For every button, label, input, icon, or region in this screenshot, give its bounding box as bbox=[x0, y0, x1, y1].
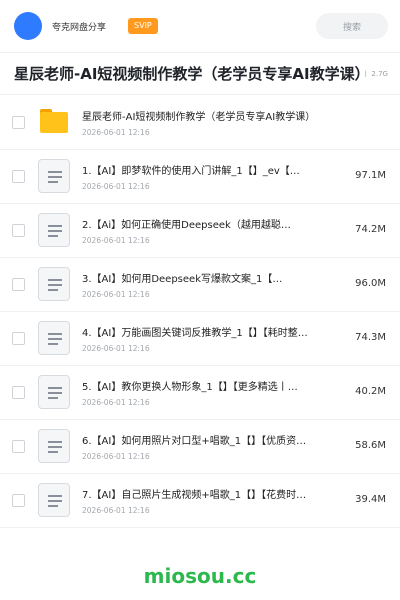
file-name: 5.【AI】教你更换人物形象_1【】【更多精选丨… bbox=[82, 382, 298, 393]
folder-meta: 丨 2.7G bbox=[362, 69, 388, 78]
file-size: 74.3M bbox=[355, 332, 386, 343]
file-name: 6.【AI】如何用照片对口型+唱歌_1【】【优质资… bbox=[82, 436, 307, 447]
file-size: 97.1M bbox=[355, 170, 386, 181]
file-name: 1.【AI】即梦软件的使用入门讲解_1【】_ev【… bbox=[82, 166, 300, 177]
file-date: 2026-06-01 12:16 bbox=[82, 398, 150, 407]
avatar[interactable] bbox=[14, 12, 42, 40]
list-item[interactable]: 2.【Ai】如何正确使用Deepseek（越用越聪… 2026-06-01 12… bbox=[0, 204, 400, 258]
checkbox[interactable] bbox=[12, 332, 25, 345]
document-icon bbox=[38, 159, 70, 193]
list-item[interactable]: 4.【AI】万能画图关键词反推教学_1【】【耗时整… 2026-06-01 12… bbox=[0, 312, 400, 366]
file-size: 74.2M bbox=[355, 224, 386, 235]
file-name: 星辰老师-AI短视频制作教学（老学员专享AI教学课） bbox=[82, 112, 316, 123]
checkbox[interactable] bbox=[12, 170, 25, 183]
file-date: 2026-06-01 12:16 bbox=[82, 182, 150, 191]
title-bar: 星辰老师-AI短视频制作教学（老学员专享AI教学课） 丨 2.7G bbox=[0, 53, 400, 95]
checkbox[interactable] bbox=[12, 278, 25, 291]
document-icon bbox=[38, 375, 70, 409]
list-item[interactable]: 7.【AI】自己照片生成视频+唱歌_1【】【花费时… 2026-06-01 12… bbox=[0, 474, 400, 528]
file-name: 7.【AI】自己照片生成视频+唱歌_1【】【花费时… bbox=[82, 490, 307, 501]
file-date: 2026-06-01 12:16 bbox=[82, 344, 150, 353]
watermark: miosou.cc bbox=[143, 564, 257, 588]
share-name: 夸克网盘分享 bbox=[52, 22, 107, 33]
folder-icon bbox=[38, 105, 70, 139]
checkbox[interactable] bbox=[12, 116, 25, 129]
document-icon bbox=[38, 213, 70, 247]
list-item[interactable]: 3.【AI】如何用Deepseek写爆款文案_1【… 2026-06-01 12… bbox=[0, 258, 400, 312]
list-item[interactable]: 6.【AI】如何用照片对口型+唱歌_1【】【优质资… 2026-06-01 12… bbox=[0, 420, 400, 474]
search-input[interactable]: 搜索 bbox=[316, 13, 388, 39]
document-icon bbox=[38, 483, 70, 517]
file-size: 40.2M bbox=[355, 386, 386, 397]
file-name: 4.【AI】万能画图关键词反推教学_1【】【耗时整… bbox=[82, 328, 308, 339]
checkbox[interactable] bbox=[12, 494, 25, 507]
svip-badge: SVIP bbox=[128, 18, 158, 34]
list-item[interactable]: 1.【AI】即梦软件的使用入门讲解_1【】_ev【… 2026-06-01 12… bbox=[0, 150, 400, 204]
checkbox[interactable] bbox=[12, 386, 25, 399]
checkbox[interactable] bbox=[12, 440, 25, 453]
list-item[interactable]: 星辰老师-AI短视频制作教学（老学员专享AI教学课） 2026-06-01 12… bbox=[0, 96, 400, 150]
file-size: 58.6M bbox=[355, 440, 386, 451]
page-title: 星辰老师-AI短视频制作教学（老学员专享AI教学课） bbox=[14, 65, 361, 83]
file-date: 2026-06-01 12:16 bbox=[82, 128, 150, 137]
list-item[interactable]: 5.【AI】教你更换人物形象_1【】【更多精选丨… 2026-06-01 12:… bbox=[0, 366, 400, 420]
file-size: 39.4M bbox=[355, 494, 386, 505]
document-icon bbox=[38, 321, 70, 355]
file-date: 2026-06-01 12:16 bbox=[82, 290, 150, 299]
header: 夸克网盘分享 SVIP 搜索 bbox=[0, 0, 400, 52]
file-date: 2026-06-01 12:16 bbox=[82, 506, 150, 515]
file-date: 2026-06-01 12:16 bbox=[82, 452, 150, 461]
checkbox[interactable] bbox=[12, 224, 25, 237]
document-icon bbox=[38, 267, 70, 301]
file-list: 星辰老师-AI短视频制作教学（老学员专享AI教学课） 2026-06-01 12… bbox=[0, 96, 400, 528]
search-placeholder: 搜索 bbox=[342, 22, 361, 33]
file-size: 96.0M bbox=[355, 278, 386, 289]
file-name: 3.【AI】如何用Deepseek写爆款文案_1【… bbox=[82, 274, 283, 285]
document-icon bbox=[38, 429, 70, 463]
file-date: 2026-06-01 12:16 bbox=[82, 236, 150, 245]
file-name: 2.【Ai】如何正确使用Deepseek（越用越聪… bbox=[82, 220, 291, 231]
